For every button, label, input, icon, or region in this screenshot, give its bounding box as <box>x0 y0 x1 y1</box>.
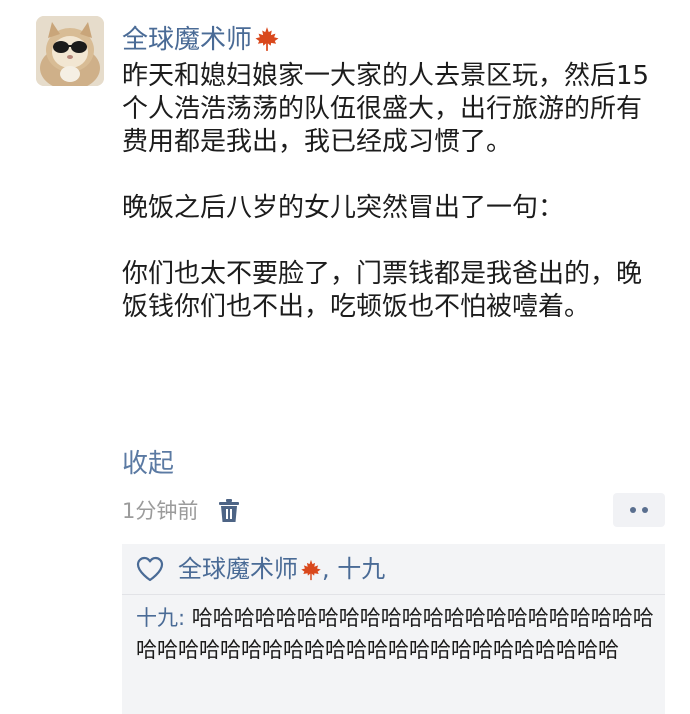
cat-with-sunglasses-avatar <box>36 16 104 86</box>
more-options-button[interactable] <box>613 493 665 527</box>
collapse-link[interactable]: 收起 <box>122 446 174 482</box>
comment-author[interactable]: 十九 <box>136 606 178 630</box>
trash-icon[interactable] <box>218 499 240 523</box>
post-body: 昨天和媳妇娘家一大家的人去景区玩，然后15个人浩浩荡荡的队伍很盛大，出行旅游的所… <box>122 60 662 324</box>
comment-text: 哈哈哈哈哈哈哈哈哈哈哈哈哈哈哈哈哈哈哈哈哈哈哈哈哈哈哈哈哈哈哈哈哈哈哈哈哈哈哈哈… <box>136 606 654 662</box>
post-author[interactable]: 全球魔术师 <box>122 22 280 58</box>
more-dots-icon <box>630 507 636 513</box>
like-user-name[interactable]: , 十九 <box>322 555 385 583</box>
avatar[interactable] <box>36 16 104 86</box>
post-paragraph: 你们也太不要脸了，门票钱都是我爸出的，晚饭钱你们也不出，吃顿饭也不怕被噎着。 <box>122 259 643 322</box>
comment[interactable]: 十九: 哈哈哈哈哈哈哈哈哈哈哈哈哈哈哈哈哈哈哈哈哈哈哈哈哈哈哈哈哈哈哈哈哈哈哈哈… <box>136 602 660 666</box>
heart-outline-icon <box>136 556 164 582</box>
like-user-name[interactable]: 全球魔术师 <box>178 555 298 583</box>
post-timestamp: 1分钟前 <box>122 499 199 523</box>
comment-separator: : <box>178 606 192 630</box>
divider <box>122 594 665 595</box>
likes-names[interactable]: 全球魔术师 , 十九 <box>178 554 385 584</box>
post-paragraph: 昨天和媳妇娘家一大家的人去景区玩，然后15个人浩浩荡荡的队伍很盛大，出行旅游的所… <box>122 61 650 157</box>
post-meta: 1分钟前 <box>122 496 240 526</box>
maple-leaf-icon <box>254 26 280 52</box>
maple-leaf-icon <box>300 558 322 581</box>
post-paragraph: 晚饭之后八岁的女儿突然冒出了一句： <box>122 193 565 223</box>
post-author-name[interactable]: 全球魔术师 <box>122 25 252 55</box>
interaction-panel: 全球魔术师 , 十九 十九: 哈哈哈哈哈哈哈哈哈哈哈哈哈哈哈哈哈哈哈哈哈哈哈哈哈哈… <box>122 544 665 714</box>
likes-row: 全球魔术师 , 十九 <box>136 554 385 584</box>
